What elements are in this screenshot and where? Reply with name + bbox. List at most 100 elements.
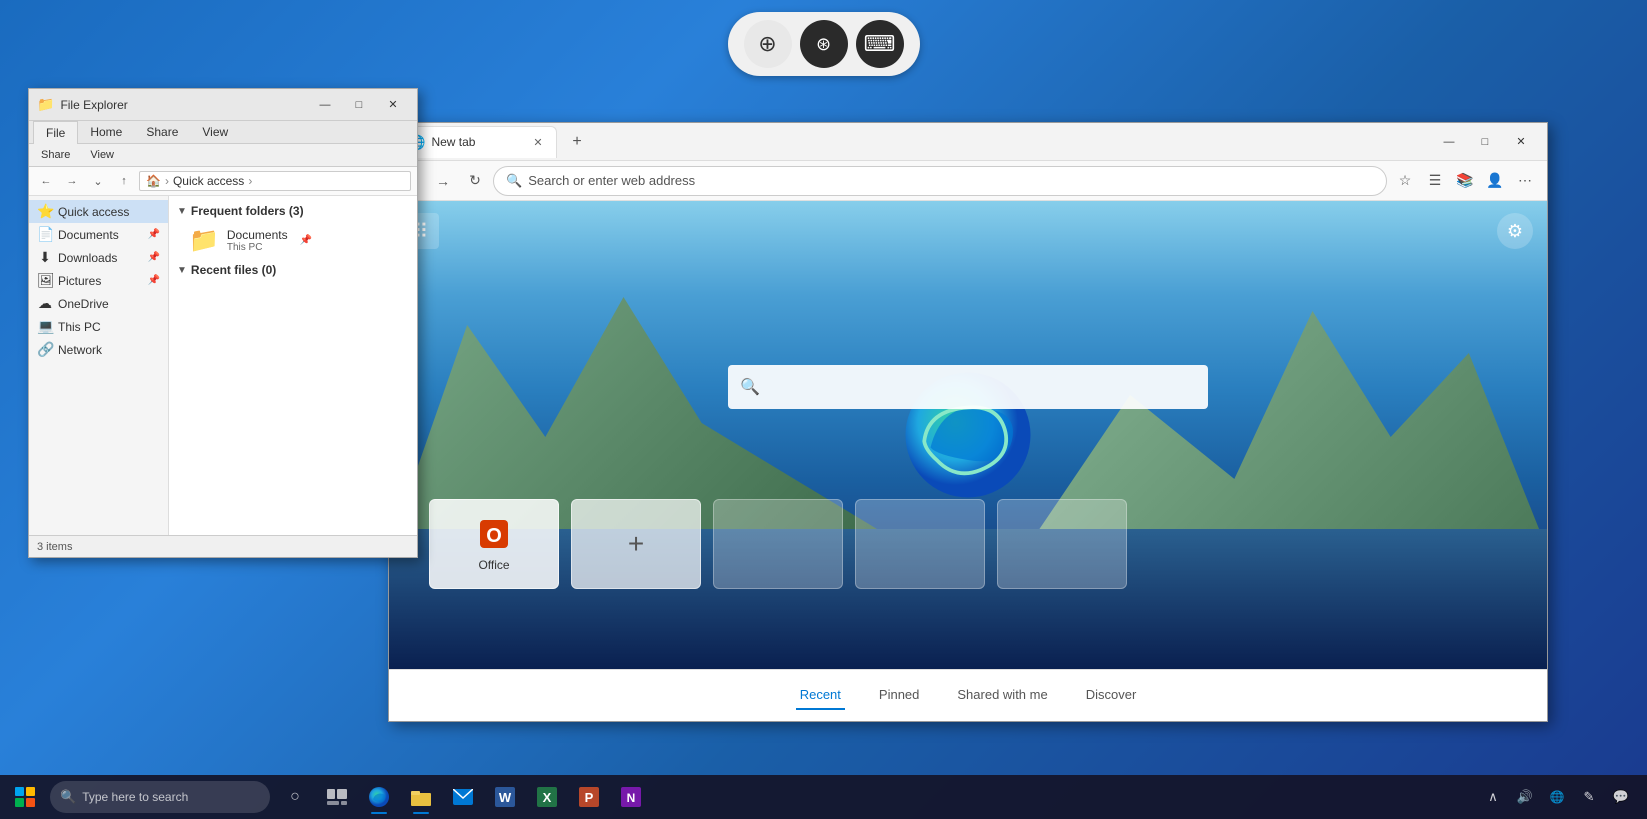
svg-text:W: W (499, 790, 512, 805)
sidebar-item-this-pc[interactable]: 💻 This PC (29, 315, 168, 338)
keyboard-button[interactable]: ⌨ (856, 20, 904, 68)
network-icon[interactable]: 🌐 (1543, 783, 1571, 811)
floating-toolbar: ⊕ ⊛ ⌨ (728, 12, 920, 76)
documents-icon: 📄 (37, 226, 53, 243)
nt-search-input[interactable] (768, 378, 1196, 395)
taskbar: 🔍 Type here to search ○ (0, 775, 1647, 819)
browser-win-controls: — □ ✕ (1431, 127, 1539, 157)
browser-urlbar-text: Search or enter web address (528, 173, 1374, 188)
bottom-tab-pinned[interactable]: Pinned (875, 681, 923, 710)
sd-office[interactable]: O Office (429, 499, 559, 589)
fe-documents-folder[interactable]: 📁 Documents This PC 📌 (173, 222, 413, 259)
fe-ribbon-view[interactable]: View (86, 147, 118, 163)
bottom-tab-shared[interactable]: Shared with me (953, 681, 1051, 710)
sd-empty-1 (713, 499, 843, 589)
volume-icon[interactable]: 🔊 (1511, 783, 1539, 811)
fe-up-button[interactable]: ↑ (113, 170, 135, 192)
show-hidden-icons[interactable]: ∧ (1479, 783, 1507, 811)
sidebar-item-onedrive[interactable]: ☁ OneDrive (29, 292, 168, 315)
taskbar-mail[interactable] (443, 777, 483, 817)
nt-settings-button[interactable]: ⚙ (1497, 213, 1533, 249)
start-button[interactable] (5, 777, 45, 817)
speaker-icon: 🔊 (1517, 789, 1533, 805)
zoom-button[interactable]: ⊕ (744, 20, 792, 68)
profile-button[interactable]: 👤 (1481, 167, 1509, 195)
taskbar-task-view[interactable] (317, 777, 357, 817)
fe-tab-file[interactable]: File (33, 121, 78, 144)
sidebar-onedrive-label: OneDrive (58, 297, 109, 311)
taskbar-system-tray: ∧ 🔊 🌐 ✎ 💬 (1479, 783, 1643, 811)
fe-minimize-button[interactable]: — (309, 91, 341, 119)
home-icon: 🏠 (146, 174, 161, 188)
sidebar-item-documents[interactable]: 📄 Documents 📌 (29, 223, 168, 246)
fe-ribbon-share[interactable]: Share (37, 147, 74, 163)
sidebar-documents-label: Documents (58, 228, 119, 242)
sidebar-item-downloads[interactable]: ⬇ Downloads 📌 (29, 246, 168, 269)
browser-tab-new[interactable]: 🌐 New tab ✕ (397, 126, 557, 158)
browser-close-button[interactable]: ✕ (1503, 127, 1539, 157)
taskbar-edge[interactable] (359, 777, 399, 817)
sd-empty-3 (997, 499, 1127, 589)
file-explorer-taskbar-icon (411, 788, 431, 806)
pen-icon[interactable]: ✎ (1575, 783, 1603, 811)
sd-empty-2 (855, 499, 985, 589)
sidebar-pictures-label: Pictures (58, 274, 101, 288)
fe-tab-home[interactable]: Home (78, 121, 134, 143)
sidebar-item-network[interactable]: 🔗 Network (29, 338, 168, 361)
browser-minimize-button[interactable]: — (1431, 127, 1467, 157)
fe-forward-button[interactable]: → (61, 170, 83, 192)
folder-documents-icon: 📁 (189, 226, 219, 255)
sidebar-item-pictures[interactable]: 🖼 Pictures 📌 (29, 269, 168, 292)
browser-urlbar[interactable]: 🔍 Search or enter web address (493, 166, 1387, 196)
new-tab-button[interactable]: + (563, 128, 591, 156)
browser-toolbar-icons: ☆ ☰ 📚 👤 ⋯ (1391, 167, 1539, 195)
fe-breadcrumb[interactable]: 🏠 › Quick access › (139, 171, 411, 191)
fe-recent-files-header[interactable]: ▼ Recent files (0) (173, 259, 413, 281)
tab-close-button[interactable]: ✕ (530, 134, 546, 150)
fe-window-title: File Explorer (60, 98, 309, 112)
zoom-icon: ⊕ (758, 31, 776, 57)
taskbar-onenote[interactable]: N (611, 777, 651, 817)
taskbar-file-explorer[interactable] (401, 777, 441, 817)
browser-refresh-button[interactable]: ↻ (461, 167, 489, 195)
fe-recent-button[interactable]: ⌄ (87, 170, 109, 192)
onedrive-icon: ☁ (37, 295, 53, 312)
frequent-folders-label: Frequent folders (3) (191, 204, 304, 218)
sidebar-downloads-label: Downloads (58, 251, 117, 265)
taskbar-word[interactable]: W (485, 777, 525, 817)
browser-maximize-button[interactable]: □ (1467, 127, 1503, 157)
more-button[interactable]: ⋯ (1511, 167, 1539, 195)
fe-close-button[interactable]: ✕ (377, 91, 409, 119)
pen-glyph: ✎ (1584, 789, 1595, 805)
browser-forward-button[interactable]: → (429, 167, 457, 195)
sidebar-item-quick-access[interactable]: ⭐ Quick access (29, 200, 168, 223)
fe-maximize-button[interactable]: □ (343, 91, 375, 119)
favorites-button[interactable]: ☆ (1391, 167, 1419, 195)
powerpoint-taskbar-icon: P (579, 787, 599, 807)
sd-add-button[interactable]: + (571, 499, 701, 589)
breadcrumb-separator: › (165, 174, 169, 188)
remote-button[interactable]: ⊛ (800, 20, 848, 68)
this-pc-icon: 💻 (37, 318, 53, 335)
fe-win-controls: — □ ✕ (309, 91, 409, 119)
fe-back-button[interactable]: ← (35, 170, 57, 192)
taskbar-excel[interactable]: X (527, 777, 567, 817)
excel-taskbar-icon: X (537, 787, 557, 807)
sidebar-this-pc-label: This PC (58, 320, 101, 334)
bottom-tab-discover[interactable]: Discover (1082, 681, 1141, 710)
notification-icon[interactable]: 💬 (1607, 783, 1635, 811)
fe-tab-view[interactable]: View (190, 121, 240, 143)
taskbar-cortana[interactable]: ○ (275, 777, 315, 817)
fe-tab-share[interactable]: Share (134, 121, 190, 143)
bottom-tab-recent[interactable]: Recent (796, 681, 845, 710)
fe-frequent-folders-header[interactable]: ▼ Frequent folders (3) (173, 200, 413, 222)
nt-search-bar[interactable]: 🔍 (728, 365, 1208, 409)
downloads-pin-icon: 📌 (148, 252, 160, 263)
tab-label: New tab (431, 135, 524, 149)
taskbar-powerpoint[interactable]: P (569, 777, 609, 817)
fe-main-area: ⭐ Quick access 📄 Documents 📌 ⬇ Downloads… (29, 196, 417, 535)
favorites-bar-button[interactable]: ☰ (1421, 167, 1449, 195)
collections-button[interactable]: 📚 (1451, 167, 1479, 195)
taskbar-search[interactable]: 🔍 Type here to search (50, 781, 270, 813)
documents-pin-icon: 📌 (148, 229, 160, 240)
